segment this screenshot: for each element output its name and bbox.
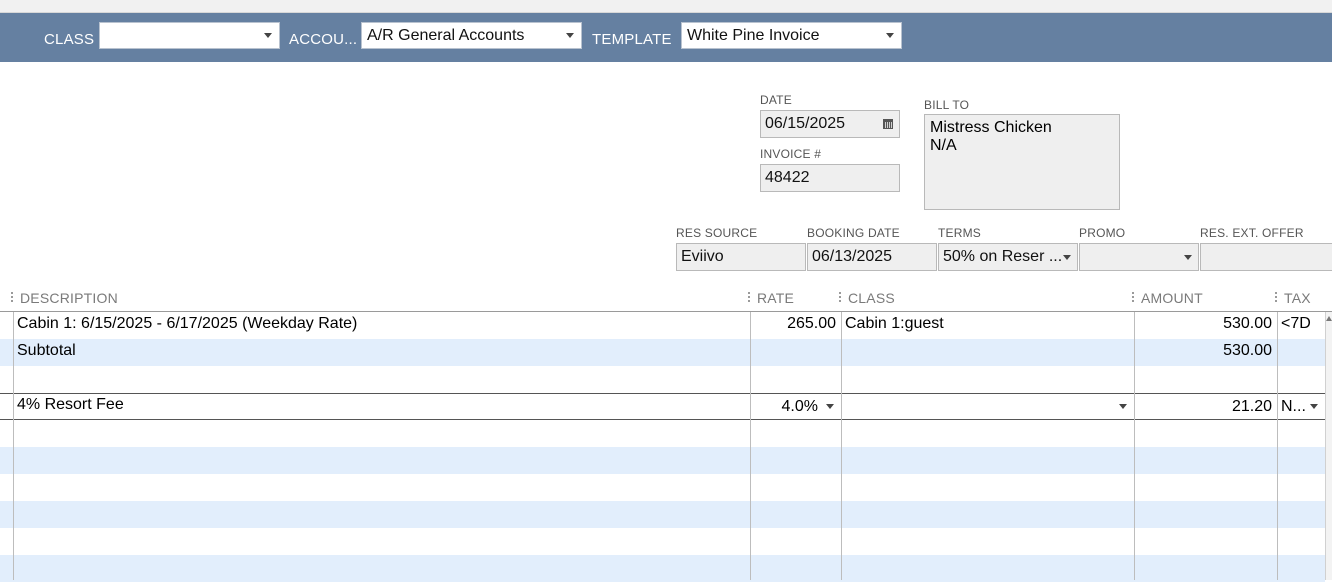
date-label: DATE xyxy=(760,93,792,107)
template-dropdown[interactable]: White Pine Invoice xyxy=(681,22,902,49)
res-source-field[interactable]: Eviivo xyxy=(676,243,806,271)
chevron-down-icon xyxy=(1063,255,1071,260)
table-row[interactable] xyxy=(0,447,1325,474)
template-value: White Pine Invoice xyxy=(687,27,820,44)
column-header-class[interactable]: CLASS xyxy=(848,290,895,306)
column-resize-grip[interactable] xyxy=(1275,292,1277,304)
table-row[interactable] xyxy=(0,420,1325,447)
bill-to-field[interactable]: Mistress Chicken N/A xyxy=(924,114,1120,210)
account-label: ACCOU... xyxy=(289,31,357,48)
chevron-down-icon[interactable] xyxy=(826,404,834,409)
chevron-down-icon xyxy=(886,33,894,38)
res-ext-offer-field[interactable] xyxy=(1200,243,1332,271)
window-top-strip xyxy=(0,0,1332,13)
chevron-down-icon xyxy=(1184,255,1192,260)
invoice-header-bar: CLASS ACCOU... A/R General Accounts TEMP… xyxy=(0,13,1332,62)
booking-date-value: 06/13/2025 xyxy=(812,248,892,265)
row-description[interactable]: Subtotal xyxy=(17,339,76,363)
row-rate[interactable]: 265.00 xyxy=(752,312,836,336)
res-ext-offer-label: RES. EXT. OFFER xyxy=(1200,226,1304,240)
scroll-up-icon[interactable] xyxy=(1326,316,1332,321)
terms-value: 50% on Reser ... xyxy=(943,248,1062,265)
bill-to-label: BILL TO xyxy=(924,98,969,112)
row-tax[interactable]: N... xyxy=(1281,395,1306,419)
invoice-number-label: INVOICE # xyxy=(760,147,821,161)
row-amount[interactable]: 21.20 xyxy=(1136,395,1272,419)
bill-to-line-2: N/A xyxy=(930,137,1114,155)
column-divider xyxy=(1277,312,1278,580)
table-row[interactable] xyxy=(0,366,1325,393)
column-header-description[interactable]: DESCRIPTION xyxy=(20,290,118,306)
invoice-number-value: 48422 xyxy=(765,169,810,186)
row-description[interactable]: 4% Resort Fee xyxy=(17,393,124,417)
column-divider xyxy=(1134,312,1135,580)
column-resize-grip[interactable] xyxy=(748,292,750,304)
column-header-amount[interactable]: AMOUNT xyxy=(1141,290,1203,306)
chevron-down-icon[interactable] xyxy=(1310,404,1318,409)
promo-dropdown[interactable] xyxy=(1079,243,1199,271)
bill-to-line-1: Mistress Chicken xyxy=(930,119,1114,137)
res-source-label: RES SOURCE xyxy=(676,226,757,240)
chevron-down-icon xyxy=(566,33,574,38)
account-value: A/R General Accounts xyxy=(367,27,524,44)
booking-date-field[interactable]: 06/13/2025 xyxy=(807,243,937,271)
table-row[interactable] xyxy=(0,474,1325,501)
class-dropdown[interactable] xyxy=(99,22,280,49)
row-description[interactable]: Cabin 1: 6/15/2025 - 6/17/2025 (Weekday … xyxy=(17,312,357,336)
account-dropdown[interactable]: A/R General Accounts xyxy=(361,22,582,49)
class-label: CLASS xyxy=(44,31,94,48)
vertical-scrollbar[interactable] xyxy=(1325,312,1332,580)
table-row[interactable] xyxy=(0,501,1325,528)
table-row[interactable] xyxy=(0,555,1325,582)
row-tax[interactable]: <7D xyxy=(1281,312,1311,336)
row-amount[interactable]: 530.00 xyxy=(1136,312,1272,336)
terms-label: TERMS xyxy=(938,226,981,240)
row-amount[interactable]: 530.00 xyxy=(1136,339,1272,363)
table-row[interactable] xyxy=(0,339,1325,366)
chevron-down-icon xyxy=(264,33,272,38)
column-resize-grip[interactable] xyxy=(839,292,841,304)
row-class[interactable]: Cabin 1:guest xyxy=(845,312,944,336)
calendar-icon[interactable] xyxy=(883,119,893,129)
invoice-number-field[interactable]: 48422 xyxy=(760,164,900,192)
column-resize-grip[interactable] xyxy=(11,292,13,304)
booking-date-label: BOOKING DATE xyxy=(807,226,900,240)
column-header-rate[interactable]: RATE xyxy=(757,290,794,306)
column-header-tax[interactable]: TAX xyxy=(1284,290,1311,306)
row-rate[interactable]: 4.0% xyxy=(752,395,818,419)
column-divider xyxy=(750,312,751,580)
date-value: 06/15/2025 xyxy=(765,115,845,132)
chevron-down-icon[interactable] xyxy=(1119,404,1127,409)
table-row[interactable] xyxy=(0,528,1325,555)
terms-dropdown[interactable]: 50% on Reser ... xyxy=(938,243,1078,271)
promo-label: PROMO xyxy=(1079,226,1125,240)
template-label: TEMPLATE xyxy=(592,31,672,48)
res-source-value: Eviivo xyxy=(681,248,724,265)
column-divider xyxy=(13,312,14,580)
column-divider xyxy=(841,312,842,580)
date-field[interactable]: 06/15/2025 xyxy=(760,110,900,138)
column-resize-grip[interactable] xyxy=(1132,292,1134,304)
